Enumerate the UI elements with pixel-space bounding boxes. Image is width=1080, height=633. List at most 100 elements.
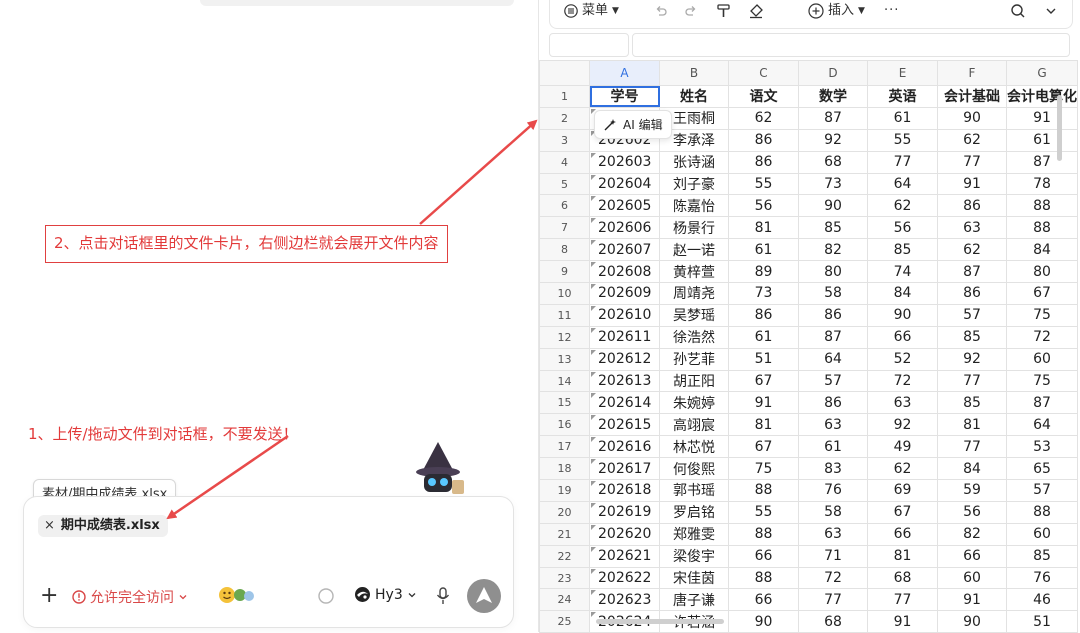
select-all-corner[interactable] bbox=[539, 60, 590, 86]
row-number[interactable]: 3 bbox=[539, 128, 590, 152]
table-cell[interactable]: 202616 bbox=[589, 435, 660, 459]
table-cell[interactable]: 202609 bbox=[589, 282, 660, 305]
table-cell[interactable]: 62 bbox=[937, 238, 1007, 262]
table-cell[interactable]: 85 bbox=[1006, 544, 1078, 568]
table-cell[interactable]: 91 bbox=[937, 172, 1007, 196]
table-cell[interactable]: 81 bbox=[728, 216, 799, 240]
table-cell[interactable]: 55 bbox=[867, 128, 938, 152]
table-cell[interactable]: 86 bbox=[728, 128, 799, 152]
table-cell[interactable]: 胡正阳 bbox=[659, 369, 729, 393]
circle-icon[interactable] bbox=[318, 588, 334, 604]
row-number[interactable]: 14 bbox=[539, 369, 590, 393]
table-cell[interactable]: 69 bbox=[867, 479, 938, 502]
table-cell[interactable]: 63 bbox=[798, 413, 868, 437]
table-cell[interactable]: 84 bbox=[1006, 238, 1078, 262]
menu-button[interactable]: 菜单 ▼ bbox=[564, 0, 619, 22]
table-cell[interactable]: 77 bbox=[937, 369, 1007, 393]
table-cell[interactable]: 62 bbox=[937, 128, 1007, 152]
table-cell[interactable]: 46 bbox=[1006, 588, 1078, 612]
ai-edit-popup[interactable]: AI 编辑 bbox=[594, 110, 672, 139]
more-options-button[interactable]: ··· bbox=[884, 0, 899, 22]
table-cell[interactable]: 202621 bbox=[589, 544, 660, 568]
table-cell[interactable]: 郭书瑶 bbox=[659, 479, 729, 502]
header-cell[interactable]: 会计基础 bbox=[937, 85, 1007, 108]
table-cell[interactable]: 63 bbox=[867, 391, 938, 415]
column-letter[interactable]: G bbox=[1006, 60, 1078, 86]
header-cell[interactable]: 数学 bbox=[798, 85, 868, 108]
insert-button[interactable]: 插入 ▼ bbox=[808, 0, 865, 22]
table-cell[interactable]: 郑雅雯 bbox=[659, 522, 729, 546]
table-cell[interactable]: 73 bbox=[728, 282, 799, 305]
table-cell[interactable]: 76 bbox=[798, 479, 868, 502]
table-cell[interactable]: 78 bbox=[1006, 172, 1078, 196]
table-cell[interactable]: 81 bbox=[867, 544, 938, 568]
table-cell[interactable]: 91 bbox=[728, 391, 799, 415]
table-cell[interactable]: 202604 bbox=[589, 172, 660, 196]
table-cell[interactable]: 56 bbox=[867, 216, 938, 240]
table-cell[interactable]: 68 bbox=[867, 566, 938, 590]
table-cell[interactable]: 59 bbox=[937, 479, 1007, 502]
table-cell[interactable]: 杨景行 bbox=[659, 216, 729, 240]
table-cell[interactable]: 88 bbox=[1006, 216, 1078, 240]
row-number[interactable]: 22 bbox=[539, 544, 590, 568]
table-cell[interactable]: 83 bbox=[798, 457, 868, 481]
table-cell[interactable]: 56 bbox=[728, 194, 799, 218]
row-number[interactable]: 12 bbox=[539, 325, 590, 349]
formula-bar[interactable] bbox=[632, 33, 1070, 57]
table-cell[interactable]: 202607 bbox=[589, 238, 660, 262]
table-cell[interactable]: 72 bbox=[798, 566, 868, 590]
column-letter[interactable]: E bbox=[867, 60, 938, 86]
table-cell[interactable]: 周靖尧 bbox=[659, 282, 729, 305]
table-cell[interactable]: 89 bbox=[728, 260, 799, 284]
table-cell[interactable]: 64 bbox=[867, 172, 938, 196]
table-cell[interactable]: 86 bbox=[798, 303, 868, 327]
table-cell[interactable]: 80 bbox=[798, 260, 868, 284]
row-number[interactable]: 13 bbox=[539, 347, 590, 371]
table-cell[interactable]: 61 bbox=[728, 325, 799, 349]
chat-composer[interactable]: × 期中成绩表.xlsx + 允许完全访问 Hy3 bbox=[23, 496, 514, 628]
table-cell[interactable]: 77 bbox=[937, 150, 1007, 174]
table-cell[interactable]: 62 bbox=[867, 194, 938, 218]
table-cell[interactable]: 62 bbox=[728, 106, 799, 130]
table-cell[interactable]: 77 bbox=[798, 588, 868, 612]
spreadsheet-grid[interactable]: ABCDEFG1学号姓名语文数学英语会计基础会计电算化2202601王雨桐628… bbox=[539, 60, 1078, 633]
eraser-icon[interactable] bbox=[748, 3, 764, 19]
table-cell[interactable]: 81 bbox=[728, 413, 799, 437]
table-cell[interactable]: 56 bbox=[937, 500, 1007, 524]
table-cell[interactable]: 92 bbox=[798, 128, 868, 152]
table-cell[interactable]: 82 bbox=[937, 522, 1007, 546]
table-cell[interactable]: 罗启铭 bbox=[659, 500, 729, 524]
horizontal-scrollbar[interactable] bbox=[596, 619, 724, 624]
table-cell[interactable]: 76 bbox=[1006, 566, 1078, 590]
column-letter[interactable]: F bbox=[937, 60, 1007, 86]
table-cell[interactable]: 85 bbox=[798, 216, 868, 240]
table-cell[interactable]: 61 bbox=[1006, 128, 1078, 152]
table-cell[interactable]: 85 bbox=[937, 325, 1007, 349]
table-cell[interactable]: 88 bbox=[728, 479, 799, 502]
table-cell[interactable]: 林芯悦 bbox=[659, 435, 729, 459]
mic-icon[interactable] bbox=[436, 587, 450, 605]
table-cell[interactable]: 84 bbox=[867, 282, 938, 305]
row-number[interactable]: 2 bbox=[539, 106, 590, 130]
chevron-down-icon[interactable] bbox=[1044, 4, 1058, 18]
table-cell[interactable]: 202617 bbox=[589, 457, 660, 481]
column-letter[interactable]: C bbox=[728, 60, 799, 86]
add-attachment-button[interactable]: + bbox=[40, 585, 58, 607]
table-cell[interactable]: 62 bbox=[867, 457, 938, 481]
table-cell[interactable]: 55 bbox=[728, 500, 799, 524]
table-cell[interactable]: 68 bbox=[798, 610, 868, 633]
table-cell[interactable]: 63 bbox=[798, 522, 868, 546]
table-cell[interactable]: 87 bbox=[1006, 391, 1078, 415]
table-cell[interactable]: 202613 bbox=[589, 369, 660, 393]
table-cell[interactable]: 64 bbox=[1006, 413, 1078, 437]
table-cell[interactable]: 202612 bbox=[589, 347, 660, 371]
table-cell[interactable]: 88 bbox=[728, 566, 799, 590]
table-cell[interactable]: 202603 bbox=[589, 150, 660, 174]
row-number[interactable]: 24 bbox=[539, 588, 590, 612]
table-cell[interactable]: 85 bbox=[937, 391, 1007, 415]
table-cell[interactable]: 81 bbox=[937, 413, 1007, 437]
table-cell[interactable]: 88 bbox=[1006, 500, 1078, 524]
attached-file-chip[interactable]: × 期中成绩表.xlsx bbox=[38, 515, 168, 537]
table-cell[interactable]: 66 bbox=[867, 522, 938, 546]
table-cell[interactable]: 68 bbox=[798, 150, 868, 174]
